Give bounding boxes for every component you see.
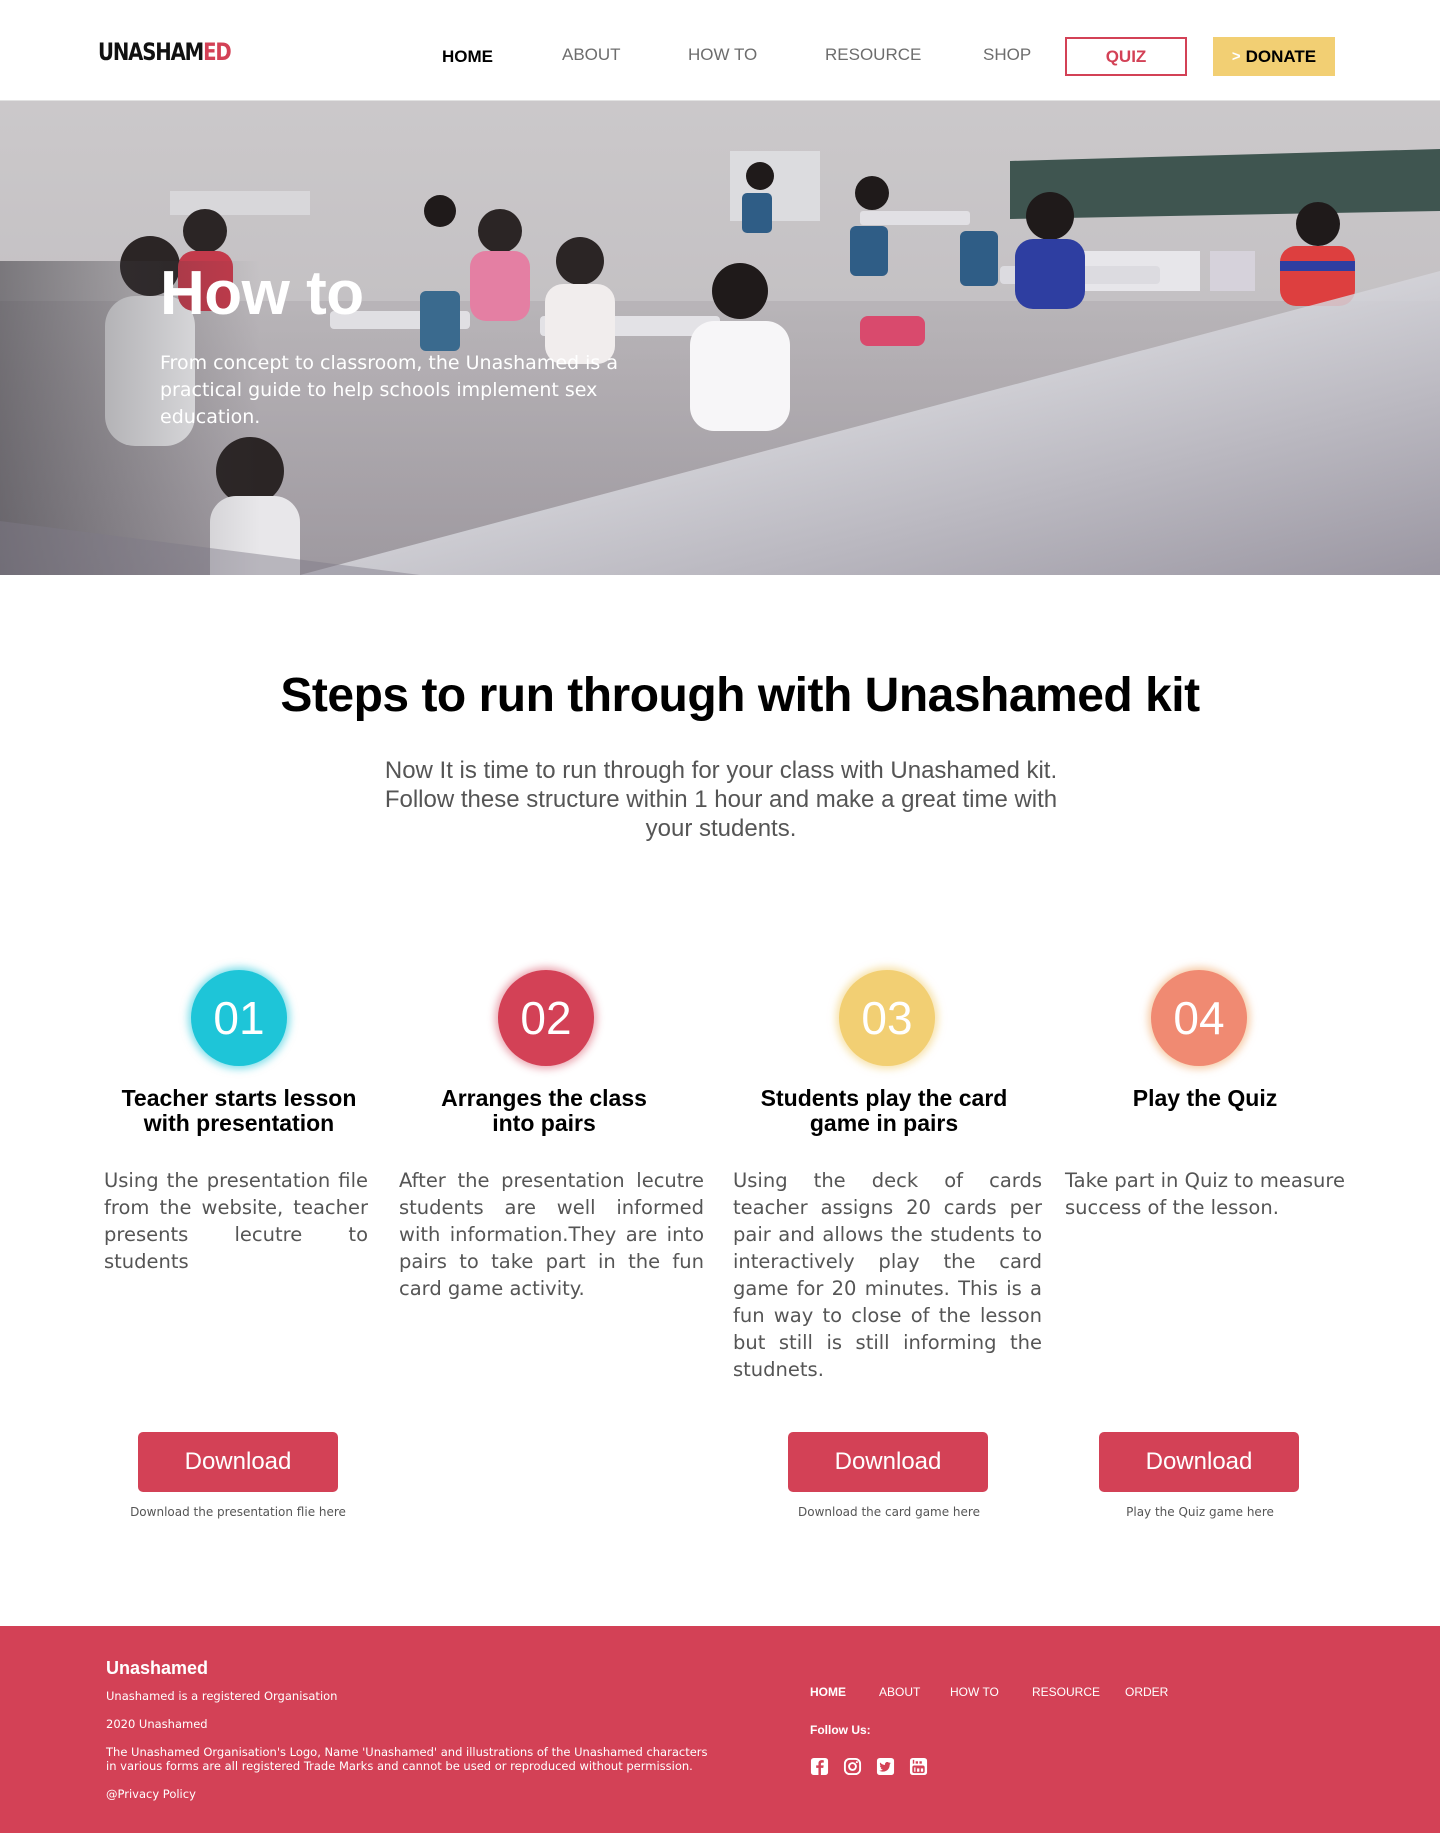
nav-resource[interactable]: RESOURCE xyxy=(825,45,921,65)
nav-about[interactable]: ABOUT xyxy=(562,45,621,65)
step-title-line: into pairs xyxy=(492,1110,596,1136)
instagram-icon[interactable] xyxy=(843,1757,862,1776)
step-number: 04 xyxy=(1173,992,1225,1044)
donate-button-label: DONATE xyxy=(1245,46,1317,66)
youtube-icon[interactable] xyxy=(909,1757,928,1776)
step-number-badge: 04 xyxy=(1151,970,1247,1066)
hero-banner: How to From concept to classroom, the Un… xyxy=(0,101,1440,575)
step-number: 01 xyxy=(213,992,265,1044)
footer-nav-order[interactable]: ORDER xyxy=(1125,1685,1168,1699)
download-caption: Download the presentation flie here xyxy=(130,1505,346,1519)
footer-registered-text: Unashamed is a registered Organisation xyxy=(106,1689,338,1703)
download-button-label: Download xyxy=(184,1448,292,1475)
step-number: 02 xyxy=(520,992,572,1044)
step-description: After the presentation lecutre students … xyxy=(399,1169,704,1300)
download-card-game-button[interactable]: Download xyxy=(788,1432,988,1492)
step-number: 03 xyxy=(861,992,913,1044)
download-button-label: Download xyxy=(1145,1448,1253,1475)
download-presentation-button[interactable]: Download xyxy=(138,1432,338,1492)
nav-how-to[interactable]: HOW TO xyxy=(688,45,757,65)
chevron-right-icon: > xyxy=(1231,48,1241,65)
footer-brand: Unashamed xyxy=(106,1658,209,1678)
download-caption: Play the Quiz game here xyxy=(1126,1505,1274,1519)
privacy-policy-link[interactable]: @Privacy Policy xyxy=(106,1787,196,1801)
site-logo[interactable]: UNASHAMED xyxy=(98,38,232,66)
footer-legal-line: in various forms are all registered Trad… xyxy=(106,1759,693,1773)
quiz-button[interactable]: QUIZ xyxy=(1065,37,1187,76)
site-header: UNASHAMED HOME ABOUT HOW TO RESOURCE SHO… xyxy=(0,0,1440,101)
footer-nav-about[interactable]: ABOUT xyxy=(879,1685,920,1699)
step-title-line: Teacher starts lesson xyxy=(121,1085,357,1111)
step-title: Students play the card game in pairs xyxy=(739,1086,1029,1136)
footer-legal-line: The Unashamed Organisation's Logo, Name … xyxy=(106,1745,708,1759)
step-title: Arranges the class into pairs xyxy=(409,1086,679,1136)
twitter-icon[interactable] xyxy=(876,1757,895,1776)
logo-text-red: ED xyxy=(203,38,232,66)
footer-nav-resource[interactable]: RESOURCE xyxy=(1032,1685,1100,1699)
step-title-line: Students play the card xyxy=(760,1085,1008,1111)
step-title-line: game in pairs xyxy=(809,1110,959,1136)
play-quiz-button[interactable]: Download xyxy=(1099,1432,1299,1492)
nav-home[interactable]: HOME xyxy=(442,47,493,67)
step-number-badge: 02 xyxy=(498,970,594,1066)
logo-text-dark: UNASHAM xyxy=(98,38,204,66)
facebook-icon[interactable] xyxy=(810,1757,829,1776)
step-number-badge: 03 xyxy=(839,970,935,1066)
hero-subtitle: From concept to classroom, the Unashamed… xyxy=(160,352,618,428)
step-description: Using the presentation file from the web… xyxy=(104,1169,368,1273)
site-footer: Unashamed Unashamed is a registered Orga… xyxy=(0,1626,1440,1833)
step-number-badge: 01 xyxy=(191,970,287,1066)
quiz-button-label: QUIZ xyxy=(1105,46,1147,66)
footer-year-text: 2020 Unashamed xyxy=(106,1717,208,1731)
step-title-line: Arranges the class xyxy=(441,1085,647,1111)
steps-section-subtitle: Now It is time to run through for your c… xyxy=(384,757,1058,842)
step-description: Using the deck of cards teacher assigns … xyxy=(733,1169,1042,1381)
step-title-line: Play the Quiz xyxy=(1132,1085,1278,1111)
step-title: Teacher starts lesson with presentation xyxy=(104,1086,374,1136)
footer-nav-home[interactable]: HOME xyxy=(810,1685,846,1699)
footer-nav-how-to[interactable]: HOW TO xyxy=(950,1685,999,1699)
step-title-line: with presentation xyxy=(143,1110,335,1136)
steps-section-title: Steps to run through with Unashamed kit xyxy=(280,669,1200,722)
classroom-photo xyxy=(0,101,1440,575)
donate-button[interactable]: > DONATE xyxy=(1213,37,1335,76)
step-description: Take part in Quiz to measure success of … xyxy=(1065,1169,1345,1219)
hero-title: How to xyxy=(160,259,364,328)
download-button-label: Download xyxy=(834,1448,942,1475)
step-title: Play the Quiz xyxy=(1080,1086,1330,1111)
nav-shop[interactable]: SHOP xyxy=(983,45,1031,65)
follow-us-label: Follow Us: xyxy=(810,1723,871,1737)
download-caption: Download the card game here xyxy=(798,1505,980,1519)
